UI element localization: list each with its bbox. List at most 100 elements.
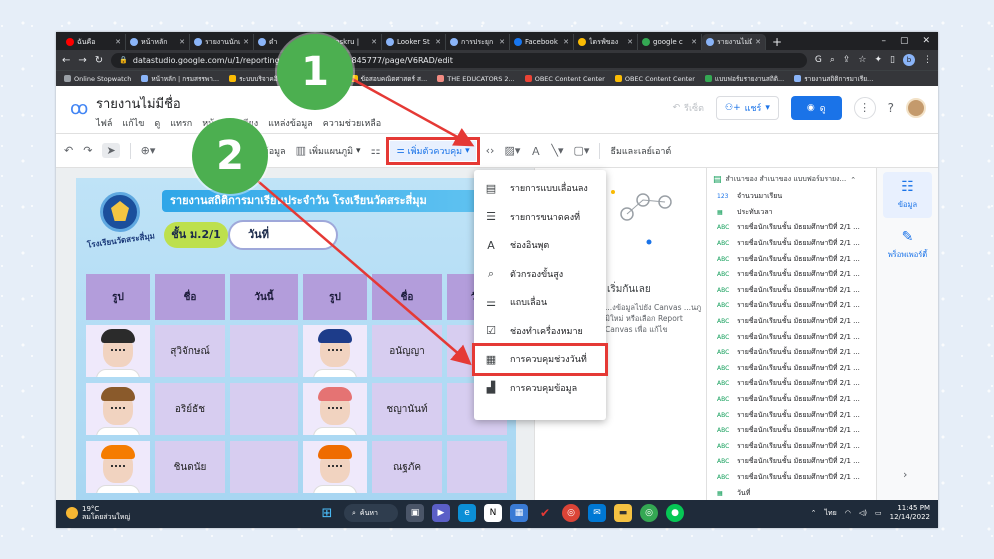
code-embed-icon[interactable]: ‹› [486, 144, 495, 157]
bookmark-item[interactable]: Online Stopwatch [64, 75, 131, 83]
control-menu-item[interactable]: ⚌ แถบเลื่อน [474, 288, 606, 317]
menu-item[interactable]: แหล่งข้อมูล [268, 116, 313, 130]
text-icon[interactable]: Ａ [530, 143, 541, 159]
bookmark-item[interactable]: แบบฟอร์มรายงานสถิติ... [704, 74, 784, 84]
clock[interactable]: 11:45 PM 12/14/2022 [890, 504, 930, 522]
battery-icon[interactable]: ▭ [875, 509, 882, 517]
forward-icon[interactable]: → [78, 55, 86, 66]
back-icon[interactable]: ← [62, 55, 70, 66]
close-tab-icon[interactable]: ✕ [115, 38, 121, 46]
chrome-active-icon[interactable]: ◎ [640, 504, 658, 522]
line-icon[interactable]: ╲▾ [551, 144, 563, 157]
taskbar-search[interactable]: ⌕ ค้นหา [344, 504, 398, 522]
mail-icon[interactable]: ✉ [588, 504, 606, 522]
close-tab-icon[interactable]: ✕ [371, 38, 377, 46]
close-tab-icon[interactable]: ✕ [499, 38, 505, 46]
zoom-icon[interactable]: ⌕ [830, 55, 835, 65]
control-menu-item[interactable]: ▤ รายการแบบเลื่อนลง [474, 174, 606, 203]
add-control-button[interactable]: ⚌ เพิ่มตัวควบคุม ▾ [386, 136, 480, 165]
reset-button[interactable]: ↶ รีเซ็ต [673, 101, 704, 115]
browser-tab[interactable]: ไดรฟ์ของ ✕ [574, 34, 638, 50]
teams-icon[interactable]: ▶ [432, 504, 450, 522]
close-tab-icon[interactable]: ✕ [243, 38, 249, 46]
data-field[interactable]: 123 จำนวนมาเรียน [707, 189, 876, 205]
chrome-icon[interactable]: ◎ [562, 504, 580, 522]
chevron-right-icon[interactable]: › [903, 468, 907, 481]
control-menu-item[interactable]: ⌕ ตัวกรองขั้นสูง [474, 260, 606, 289]
maximize-button[interactable]: ▢ [900, 32, 909, 50]
image-icon[interactable]: ▨▾ [504, 144, 520, 157]
data-field[interactable]: ABC รายชื่อนักเรียนชั้น มัธยมศึกษาปีที่ 2… [707, 470, 876, 486]
date-field[interactable]: วันที่ [228, 220, 338, 250]
theme-layout-button[interactable]: ธีมและเลย์เอาต์ [610, 144, 671, 158]
bookmark-item[interactable]: OBEC Content Center [524, 75, 605, 83]
close-tab-icon[interactable]: ✕ [435, 38, 441, 46]
more-options-icon[interactable]: ⋮ [853, 97, 876, 119]
sidebar-icon[interactable]: ▯ [890, 55, 895, 65]
close-window-button[interactable]: ✕ [922, 32, 930, 50]
view-button[interactable]: ◉ ดู [790, 96, 842, 120]
close-tab-icon[interactable]: ✕ [691, 38, 697, 46]
data-source-header[interactable]: ▤ สำเนาของ สำเนาของ แบบฟอร์มรายง... ⌃ [707, 168, 876, 189]
volume-icon[interactable]: ◁) [859, 509, 867, 517]
bookmark-item[interactable]: ข้อสอบคณิตศาสตร์ ส... [350, 74, 427, 84]
file-explorer-icon[interactable]: ▬ [614, 504, 632, 522]
reload-icon[interactable]: ↻ [95, 55, 103, 66]
browser-menu-icon[interactable]: ⋮ [923, 55, 932, 65]
help-icon[interactable]: ? [888, 101, 894, 115]
data-field[interactable]: ABC รายชื่อนักเรียนชั้น มัธยมศึกษาปีที่ 2… [707, 220, 876, 236]
data-field[interactable]: ABC รายชื่อนักเรียนชั้น มัธยมศึกษาปีที่ 2… [707, 329, 876, 345]
menu-item[interactable]: ไฟล์ [96, 116, 112, 130]
shape-icon[interactable]: ▢▾ [574, 144, 590, 157]
data-field[interactable]: ABC รายชื่อนักเรียนชั้น มัธยมศึกษาปีที่ 2… [707, 439, 876, 455]
data-field[interactable]: ABC รายชื่อนักเรียนชั้น มัธยมศึกษาปีที่ 2… [707, 267, 876, 283]
bookmark-item[interactable]: รายงานสถิติการมาเรีย... [794, 74, 873, 84]
edge-icon[interactable]: e [458, 504, 476, 522]
bookmark-item[interactable]: หน้าหลัก | กรมสรรพา... [141, 74, 219, 84]
control-menu-item[interactable]: A ช่องอินพุต [474, 231, 606, 260]
report-title-banner[interactable]: รายงานสถิติการมาเรียนประจำวัน โรงเรียนวั… [162, 190, 522, 212]
input-language[interactable]: ไทย [825, 508, 837, 519]
select-pointer-icon[interactable]: ➤ [102, 143, 120, 158]
share-page-icon[interactable]: ⇪ [843, 55, 851, 65]
data-field[interactable]: ABC รายชื่อนักเรียนชั้น มัธยมศึกษาปีที่ 2… [707, 314, 876, 330]
weather-widget[interactable]: 19°C ลมโดยส่วนใหญ่ [66, 505, 130, 521]
community-viz-icon[interactable]: ⚏ [371, 144, 381, 157]
notion-icon[interactable]: N [484, 504, 502, 522]
wifi-icon[interactable]: ◠ [845, 509, 851, 517]
data-field[interactable]: ABC รายชื่อนักเรียนชั้น มัธยมศึกษาปีที่ 2… [707, 283, 876, 299]
google-lens-icon[interactable]: G [815, 55, 822, 65]
class-badge[interactable]: ชั้น ม.2/1 [164, 222, 228, 248]
control-menu-item[interactable]: ☰ รายการขนาดคงที่ [474, 203, 606, 232]
close-tab-icon[interactable]: ✕ [179, 38, 185, 46]
control-menu-item[interactable]: ▟ การควบคุมข้อมูล [474, 374, 606, 403]
bookmark-item[interactable]: THE EDUCATORS 2... [437, 75, 515, 83]
windows-start-icon[interactable]: ⊞ [318, 504, 336, 522]
redo-icon[interactable]: ↷ [83, 144, 92, 157]
report-canvas[interactable]: โรงเรียนวัดสระสี่มุม รายงานสถิติการมาเรี… [56, 168, 534, 500]
task-view-icon[interactable]: ▣ [406, 504, 424, 522]
browser-tab[interactable]: Looker St ✕ [382, 34, 446, 50]
properties-tab[interactable]: ✎ พร็อพเพอร์ตี้ [883, 222, 932, 268]
tray-chevron-icon[interactable]: ⌃ [811, 509, 817, 517]
share-button[interactable]: ⚇+ แชร์ ▾ [716, 96, 779, 120]
data-field[interactable]: ABC รายชื่อนักเรียนชั้น มัธยมศึกษาปีที่ 2… [707, 236, 876, 252]
looker-studio-logo-icon[interactable]: ꝏ [70, 98, 88, 119]
browser-tab[interactable]: การประยุก ✕ [446, 34, 510, 50]
collapse-icon[interactable]: ⌃ [850, 176, 856, 184]
data-field[interactable]: ABC รายชื่อนักเรียนชั้น มัธยมศึกษาปีที่ 2… [707, 454, 876, 470]
menu-item[interactable]: ดู [154, 116, 160, 130]
profile-avatar[interactable]: b [903, 54, 915, 66]
data-field[interactable]: ▦ วันที่ [707, 485, 876, 500]
menu-item[interactable]: แทรก [170, 116, 192, 130]
url-input[interactable]: 🔒 datastudio.google.com/u/1/reporting/b.… [111, 52, 807, 68]
new-tab-button[interactable]: + [766, 34, 788, 50]
browser-tab[interactable]: google c ✕ [638, 34, 702, 50]
data-tab[interactable]: ☷ ข้อมูล [883, 172, 932, 218]
control-menu-item[interactable]: ▦ การควบคุมช่วงวันที่ [472, 343, 608, 376]
bookmark-item[interactable]: OBEC Content Center [614, 75, 695, 83]
close-tab-icon[interactable]: ✕ [755, 38, 761, 46]
bookmark-star-icon[interactable]: ☆ [858, 55, 866, 65]
user-avatar[interactable] [906, 98, 926, 118]
store-icon[interactable]: ▦ [510, 504, 528, 522]
